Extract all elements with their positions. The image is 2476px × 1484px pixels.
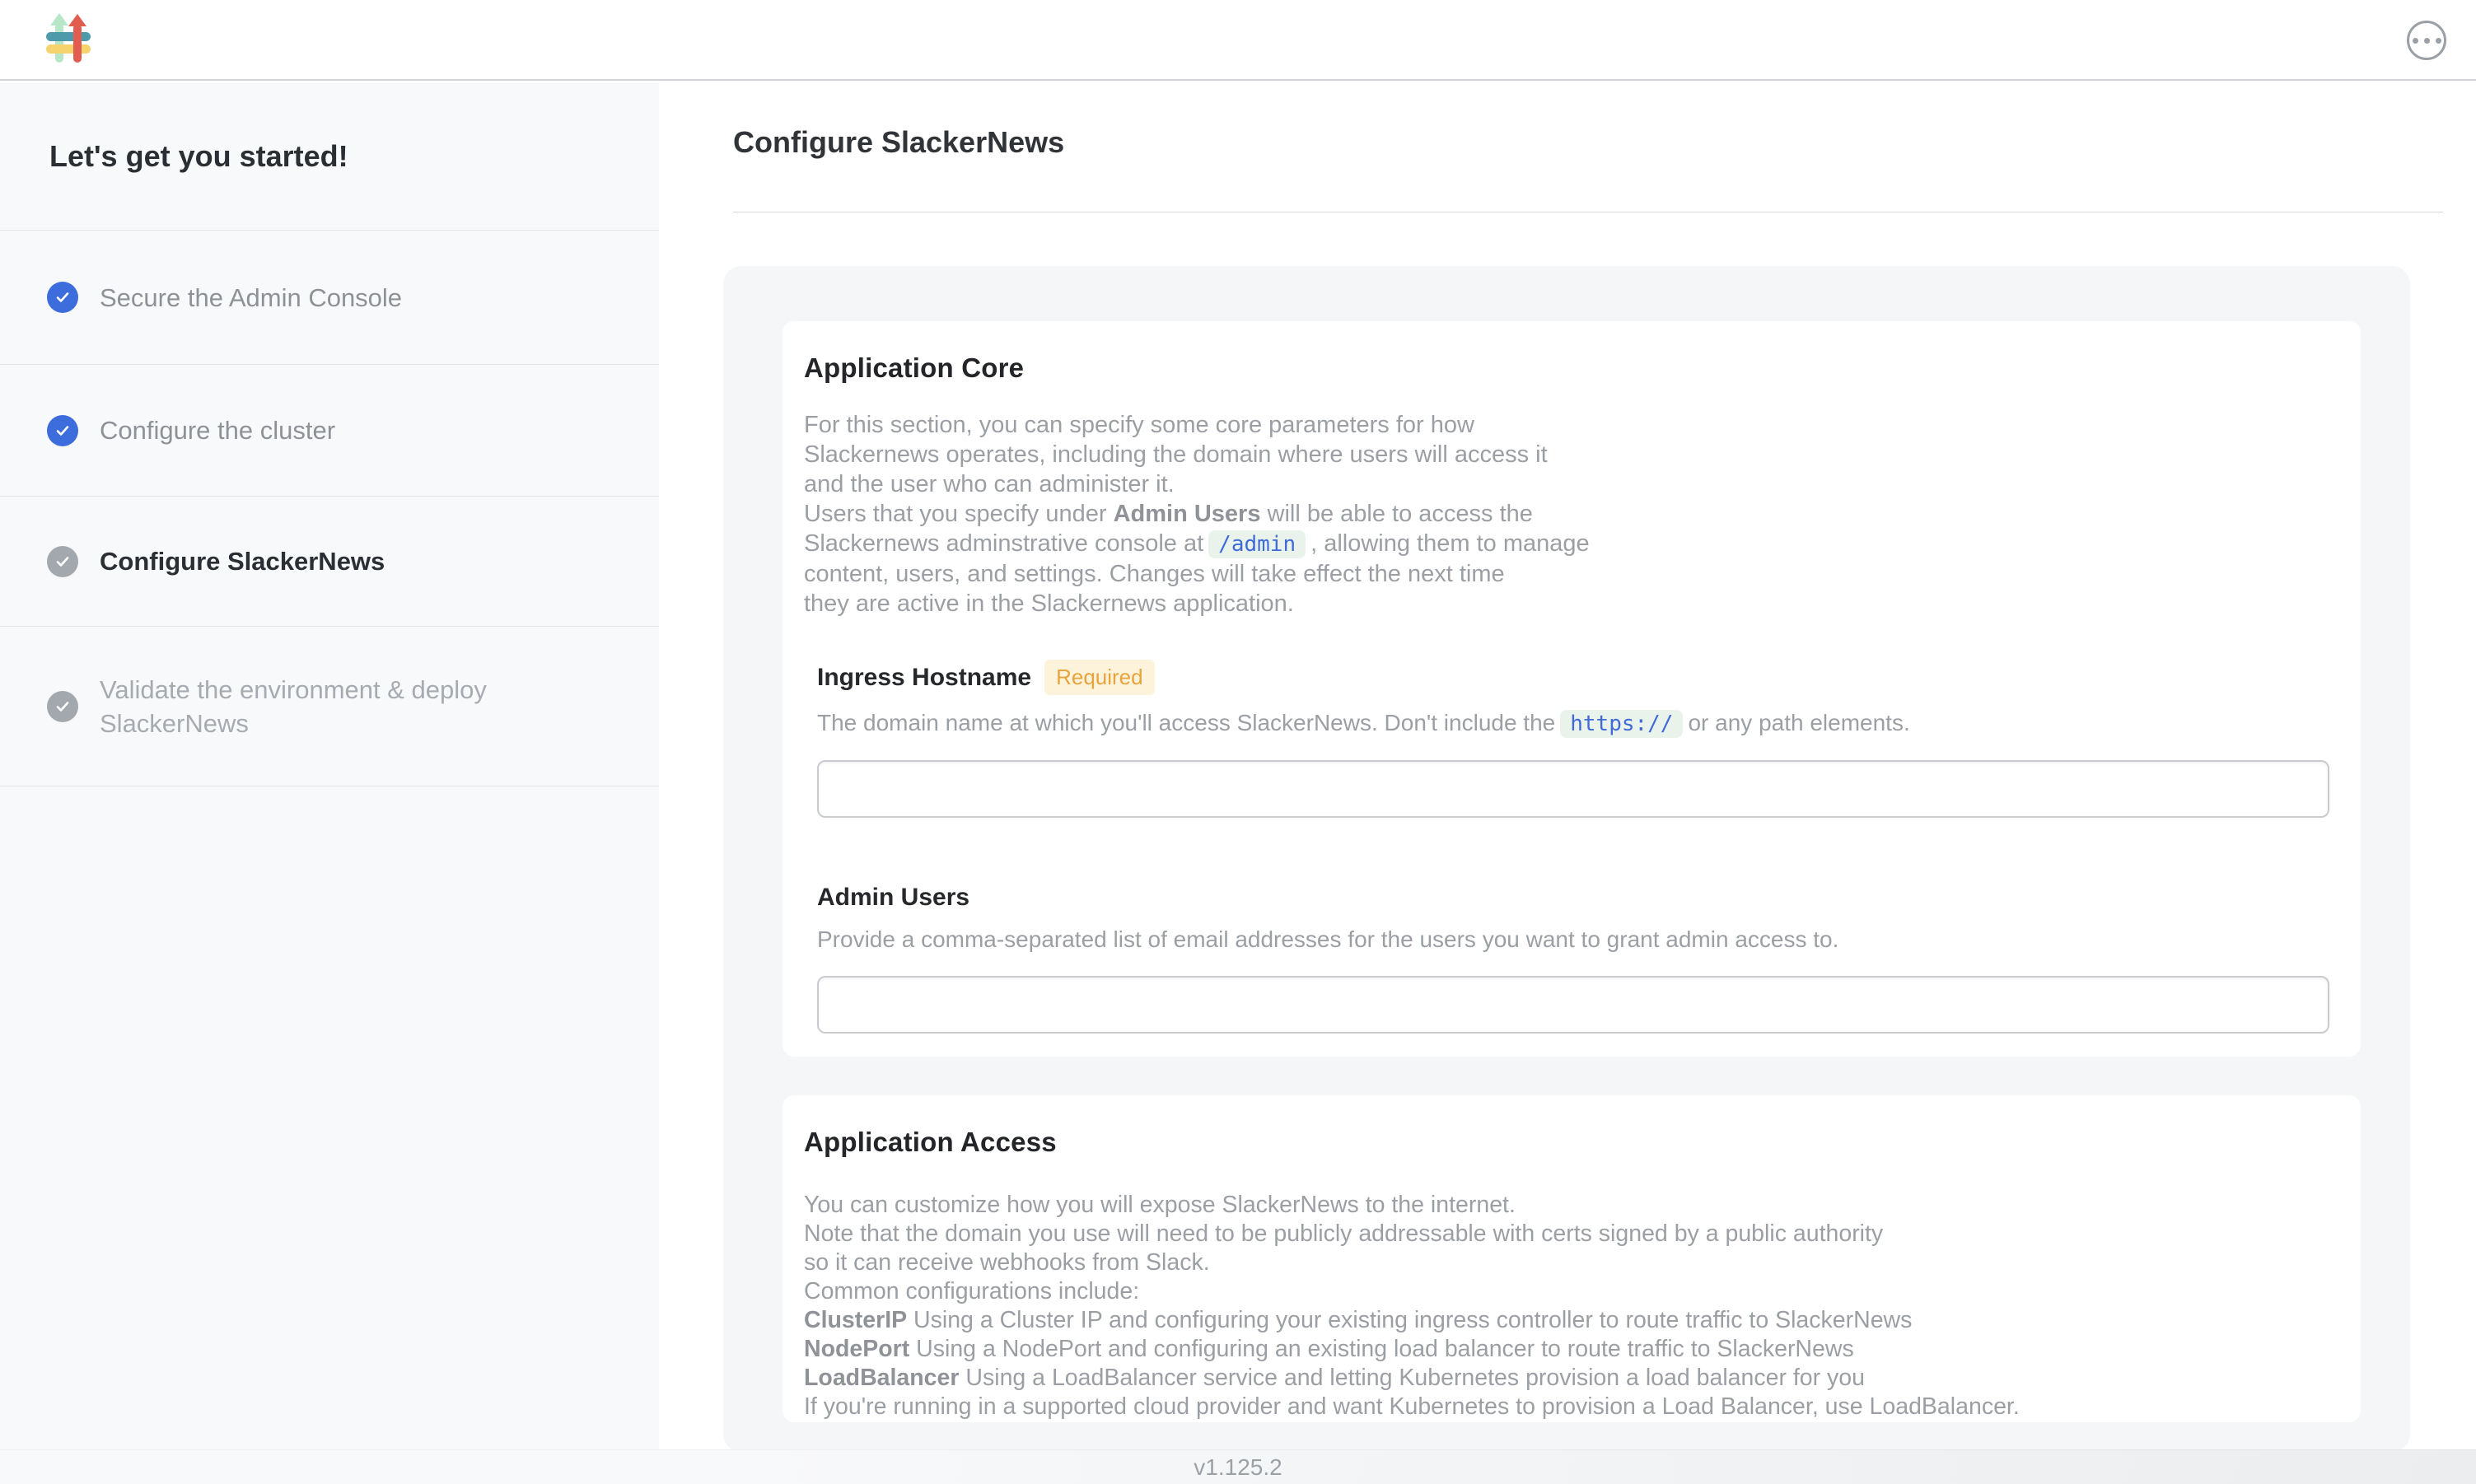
ingress-hostname-help: The domain name at which you'll access S…: [817, 707, 2328, 740]
application-core-description: For this section, you can specify some c…: [804, 410, 2328, 618]
required-badge: Required: [1044, 660, 1155, 695]
page-title: Configure SlackerNews: [733, 125, 1064, 160]
step-label: Validate the environment & deploy Slacke…: [100, 673, 619, 740]
admin-users-input[interactable]: [817, 976, 2329, 1034]
card-heading: Application Core: [804, 352, 2328, 384]
check-circle-icon: [47, 546, 78, 577]
step-label: Secure the Admin Console: [100, 281, 402, 315]
setup-steps-sidebar: Let's get you started! Secure the Admin …: [0, 82, 659, 1449]
step-label: Configure the cluster: [100, 413, 335, 447]
top-bar: [0, 0, 2476, 81]
application-access-description: You can customize how you will expose Sl…: [804, 1191, 2328, 1421]
sidebar-step-secure-admin-console[interactable]: Secure the Admin Console: [0, 231, 659, 365]
version-label: v1.125.2: [1194, 1454, 1282, 1481]
https-code-chip: https://: [1560, 710, 1683, 738]
check-circle-icon: [47, 282, 78, 313]
sidebar-heading: Let's get you started!: [0, 82, 659, 231]
ingress-hostname-field: Ingress Hostname Required The domain nam…: [817, 660, 2328, 818]
more-options-button[interactable]: [2407, 21, 2446, 60]
admin-users-label: Admin Users: [817, 884, 969, 912]
ingress-hostname-label: Ingress Hostname: [817, 664, 1031, 692]
version-footer: v1.125.2: [0, 1449, 2476, 1484]
ellipsis-icon: [2413, 38, 2418, 44]
admin-users-help: Provide a comma-separated list of email …: [817, 923, 2328, 956]
admin-path-code-chip: /admin: [1208, 530, 1306, 558]
admin-users-field: Admin Users Provide a comma-separated li…: [817, 884, 2328, 1034]
application-access-card: Application Access You can customize how…: [783, 1095, 2361, 1422]
ingress-hostname-input[interactable]: [817, 760, 2329, 818]
sidebar-step-validate-deploy[interactable]: Validate the environment & deploy Slacke…: [0, 627, 659, 786]
config-panel: Application Core For this section, you c…: [723, 266, 2410, 1452]
check-circle-icon: [47, 691, 78, 722]
check-circle-icon: [47, 415, 78, 446]
slackernews-logo-icon: [46, 12, 91, 66]
sidebar-step-configure-slackernews[interactable]: Configure SlackerNews: [0, 497, 659, 627]
sidebar-step-configure-cluster[interactable]: Configure the cluster: [0, 365, 659, 497]
application-core-card: Application Core For this section, you c…: [783, 321, 2361, 1057]
step-label: Configure SlackerNews: [100, 544, 385, 578]
card-heading: Application Access: [804, 1127, 2328, 1158]
